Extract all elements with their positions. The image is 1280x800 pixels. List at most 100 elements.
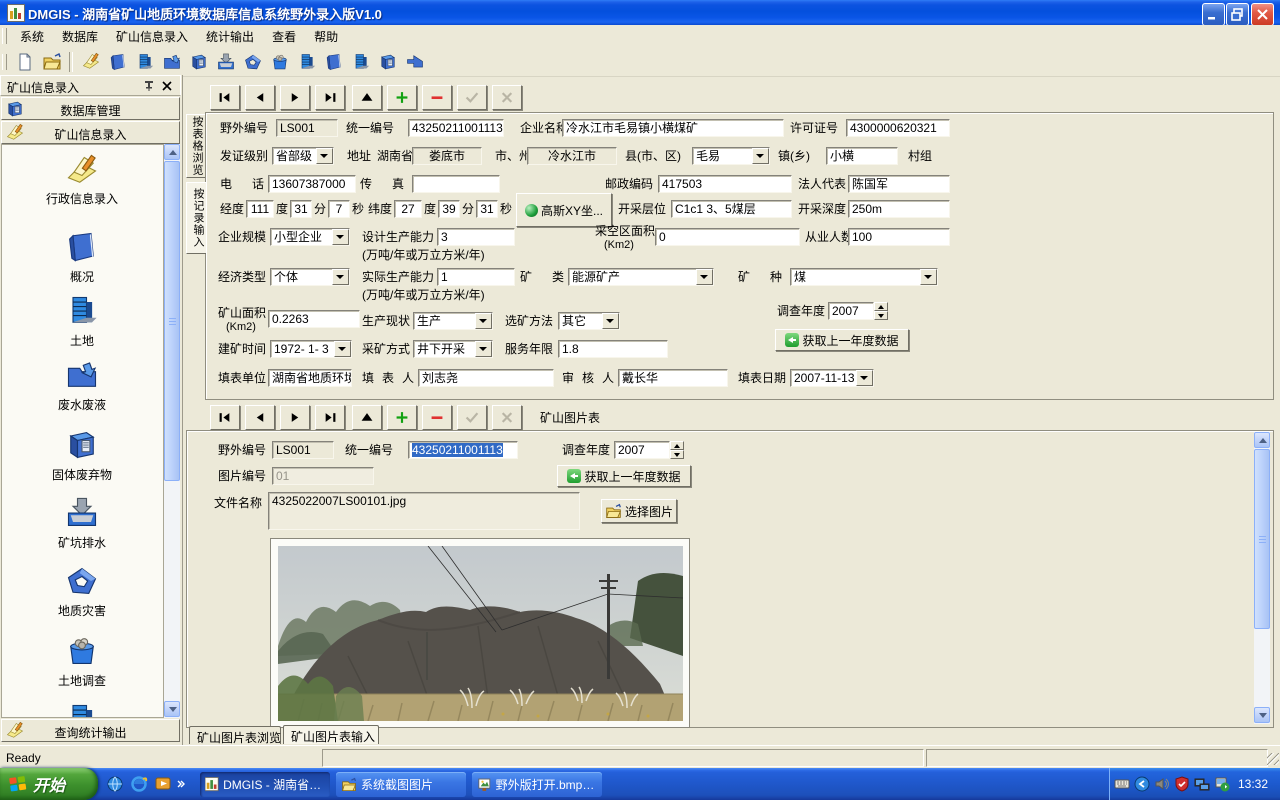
menu-item-help[interactable]: 帮助 <box>305 26 347 47</box>
nav1-post-button[interactable] <box>457 85 487 110</box>
new-file-icon[interactable] <box>13 51 36 73</box>
sidebar-item-wastewater[interactable]: 废水废液 <box>2 357 162 412</box>
sidebar-group-mine-info-entry[interactable]: 矿山信息录入 <box>1 121 180 144</box>
dropdown-arrow-icon[interactable] <box>752 148 769 164</box>
employees-input[interactable]: 100 <box>848 228 950 246</box>
pit-drainage-icon[interactable] <box>214 51 237 73</box>
antivirus-shield-icon[interactable] <box>1174 776 1190 792</box>
network-icon[interactable] <box>1194 776 1210 792</box>
wastewater-icon[interactable] <box>160 51 183 73</box>
mineral-class-combo[interactable]: 能源矿产 <box>568 268 714 286</box>
dropdown-arrow-icon[interactable] <box>696 269 713 285</box>
file-name-box[interactable]: 4325022007LS00101.jpg <box>268 492 580 530</box>
nav1-delete-button[interactable] <box>422 85 452 110</box>
latitude-deg-input[interactable]: 27 <box>394 200 422 218</box>
fill-person-input[interactable]: 刘志尧 <box>418 369 554 387</box>
spin-down-button[interactable] <box>874 311 888 320</box>
auditor-input[interactable]: 戴长华 <box>618 369 728 387</box>
task-button-dmgis[interactable]: DMGIS - 湖南省矿... <box>200 772 330 797</box>
sidebar-item-geo-hazard[interactable]: 地质灾害 <box>2 563 162 618</box>
nav2-prior-button[interactable] <box>245 405 275 430</box>
survey-year-spinner[interactable] <box>874 302 888 320</box>
fill-unit-input[interactable]: 湖南省地质环境 <box>268 369 352 387</box>
sidebar-item-land[interactable]: 土地 <box>2 293 162 348</box>
latitude-sec-input[interactable]: 31 <box>476 200 498 218</box>
dropdown-arrow-icon[interactable] <box>602 313 619 329</box>
nav1-prior-button[interactable] <box>245 85 275 110</box>
dropdown-arrow-icon[interactable] <box>475 341 492 357</box>
photo-unified-no-input[interactable]: 43250211001113 <box>408 441 518 459</box>
quick-launch-browser-icon[interactable] <box>106 775 124 793</box>
sidebar-item-admin-info[interactable]: 行政信息录入 <box>2 153 162 206</box>
scroll-down-button[interactable] <box>1254 707 1270 723</box>
pin-icon[interactable] <box>142 79 156 93</box>
actual-capacity-input[interactable]: 1 <box>437 268 515 286</box>
tab-record-entry[interactable]: 按记录输入 <box>186 182 206 254</box>
prefecture-box[interactable]: 冷水江市 <box>527 147 617 165</box>
quick-launch-ie-icon[interactable] <box>130 775 148 793</box>
service-years-input[interactable]: 1.8 <box>558 340 668 358</box>
quick-launch-expand-icon[interactable] <box>176 775 186 793</box>
depth-input[interactable]: 250m <box>848 200 950 218</box>
resize-grip[interactable] <box>1267 753 1279 765</box>
scroll-up-button[interactable] <box>164 144 180 160</box>
nav1-insert-button[interactable] <box>387 85 417 110</box>
postcode-input[interactable]: 417503 <box>658 175 792 193</box>
quick-launch-media-icon[interactable] <box>154 775 172 793</box>
nav2-post-button[interactable] <box>457 405 487 430</box>
dropdown-arrow-icon[interactable] <box>332 269 349 285</box>
pic-no-input[interactable]: 01 <box>272 467 374 485</box>
sidebar-item-solid-waste[interactable]: 固体废弃物 <box>2 427 162 482</box>
tab-photo-browse[interactable]: 矿山图片表浏览 <box>189 726 281 744</box>
town-input[interactable]: 小横 <box>826 147 898 165</box>
column-icon[interactable] <box>322 51 345 73</box>
sidebar-group-database-management[interactable]: 数据库管理 <box>1 97 180 120</box>
nav2-first-button[interactable] <box>210 405 240 430</box>
nav1-cancel-button[interactable] <box>492 85 522 110</box>
design-capacity-input[interactable]: 3 <box>437 228 515 246</box>
keyboard-icon[interactable] <box>1114 776 1130 792</box>
task-button-paint[interactable]: 野外版打开.bmp -... <box>472 772 602 797</box>
building-icon[interactable] <box>295 51 318 73</box>
nav2-insert-button[interactable] <box>387 405 417 430</box>
dropdown-arrow-icon[interactable] <box>920 269 937 285</box>
nav2-next-button[interactable] <box>280 405 310 430</box>
fetch-prev-year-button[interactable]: 获取上一年度数据 <box>775 329 909 351</box>
geo-hazard-icon[interactable] <box>241 51 264 73</box>
beneficiation-combo[interactable]: 其它 <box>558 312 620 330</box>
production-status-combo[interactable]: 生产 <box>413 312 493 330</box>
nav2-last-button[interactable] <box>315 405 345 430</box>
field-no-input[interactable]: LS001 <box>276 119 338 137</box>
sidebar-item-pit-drainage[interactable]: 矿坑排水 <box>2 495 162 550</box>
company-input[interactable]: 冷水江市毛易镇小横煤矿 <box>562 119 784 137</box>
unified-no-input[interactable]: 43250211001113 <box>408 119 504 137</box>
export-icon[interactable] <box>403 51 426 73</box>
longitude-min-input[interactable]: 31 <box>290 200 312 218</box>
sidebar-item-overview[interactable]: 概况 <box>2 229 162 284</box>
fill-date-picker[interactable]: 2007-11-13 <box>790 369 874 387</box>
menu-item-database[interactable]: 数据库 <box>53 26 107 47</box>
twin-towers-icon[interactable] <box>349 51 372 73</box>
scroll-thumb[interactable] <box>164 161 180 481</box>
goaf-area-input[interactable]: 0 <box>655 228 800 246</box>
scroll-thumb[interactable] <box>1254 449 1270 629</box>
maximize-button[interactable] <box>1226 3 1249 26</box>
menu-item-view[interactable]: 查看 <box>263 26 305 47</box>
task-button-folder[interactable]: 系统截图图片 <box>336 772 466 797</box>
survey-year-input[interactable]: 2007 <box>828 302 874 320</box>
volume-icon[interactable] <box>1154 776 1170 792</box>
spin-up-button[interactable] <box>670 441 684 450</box>
economy-combo[interactable]: 个体 <box>270 268 350 286</box>
photo-fetch-prev-year-button[interactable]: 获取上一年度数据 <box>557 465 691 487</box>
longitude-deg-input[interactable]: 111 <box>246 200 274 218</box>
start-button[interactable]: 开始 <box>0 768 98 800</box>
city-box[interactable]: 娄底市 <box>412 147 482 165</box>
overview-icon[interactable] <box>106 51 129 73</box>
updates-icon[interactable] <box>1214 776 1230 792</box>
land-icon[interactable] <box>133 51 156 73</box>
nav1-first-button[interactable] <box>210 85 240 110</box>
spin-down-button[interactable] <box>670 450 684 459</box>
dropdown-arrow-icon[interactable] <box>316 148 333 164</box>
latitude-min-input[interactable]: 39 <box>438 200 460 218</box>
mining-method-combo[interactable]: 井下开采 <box>413 340 493 358</box>
